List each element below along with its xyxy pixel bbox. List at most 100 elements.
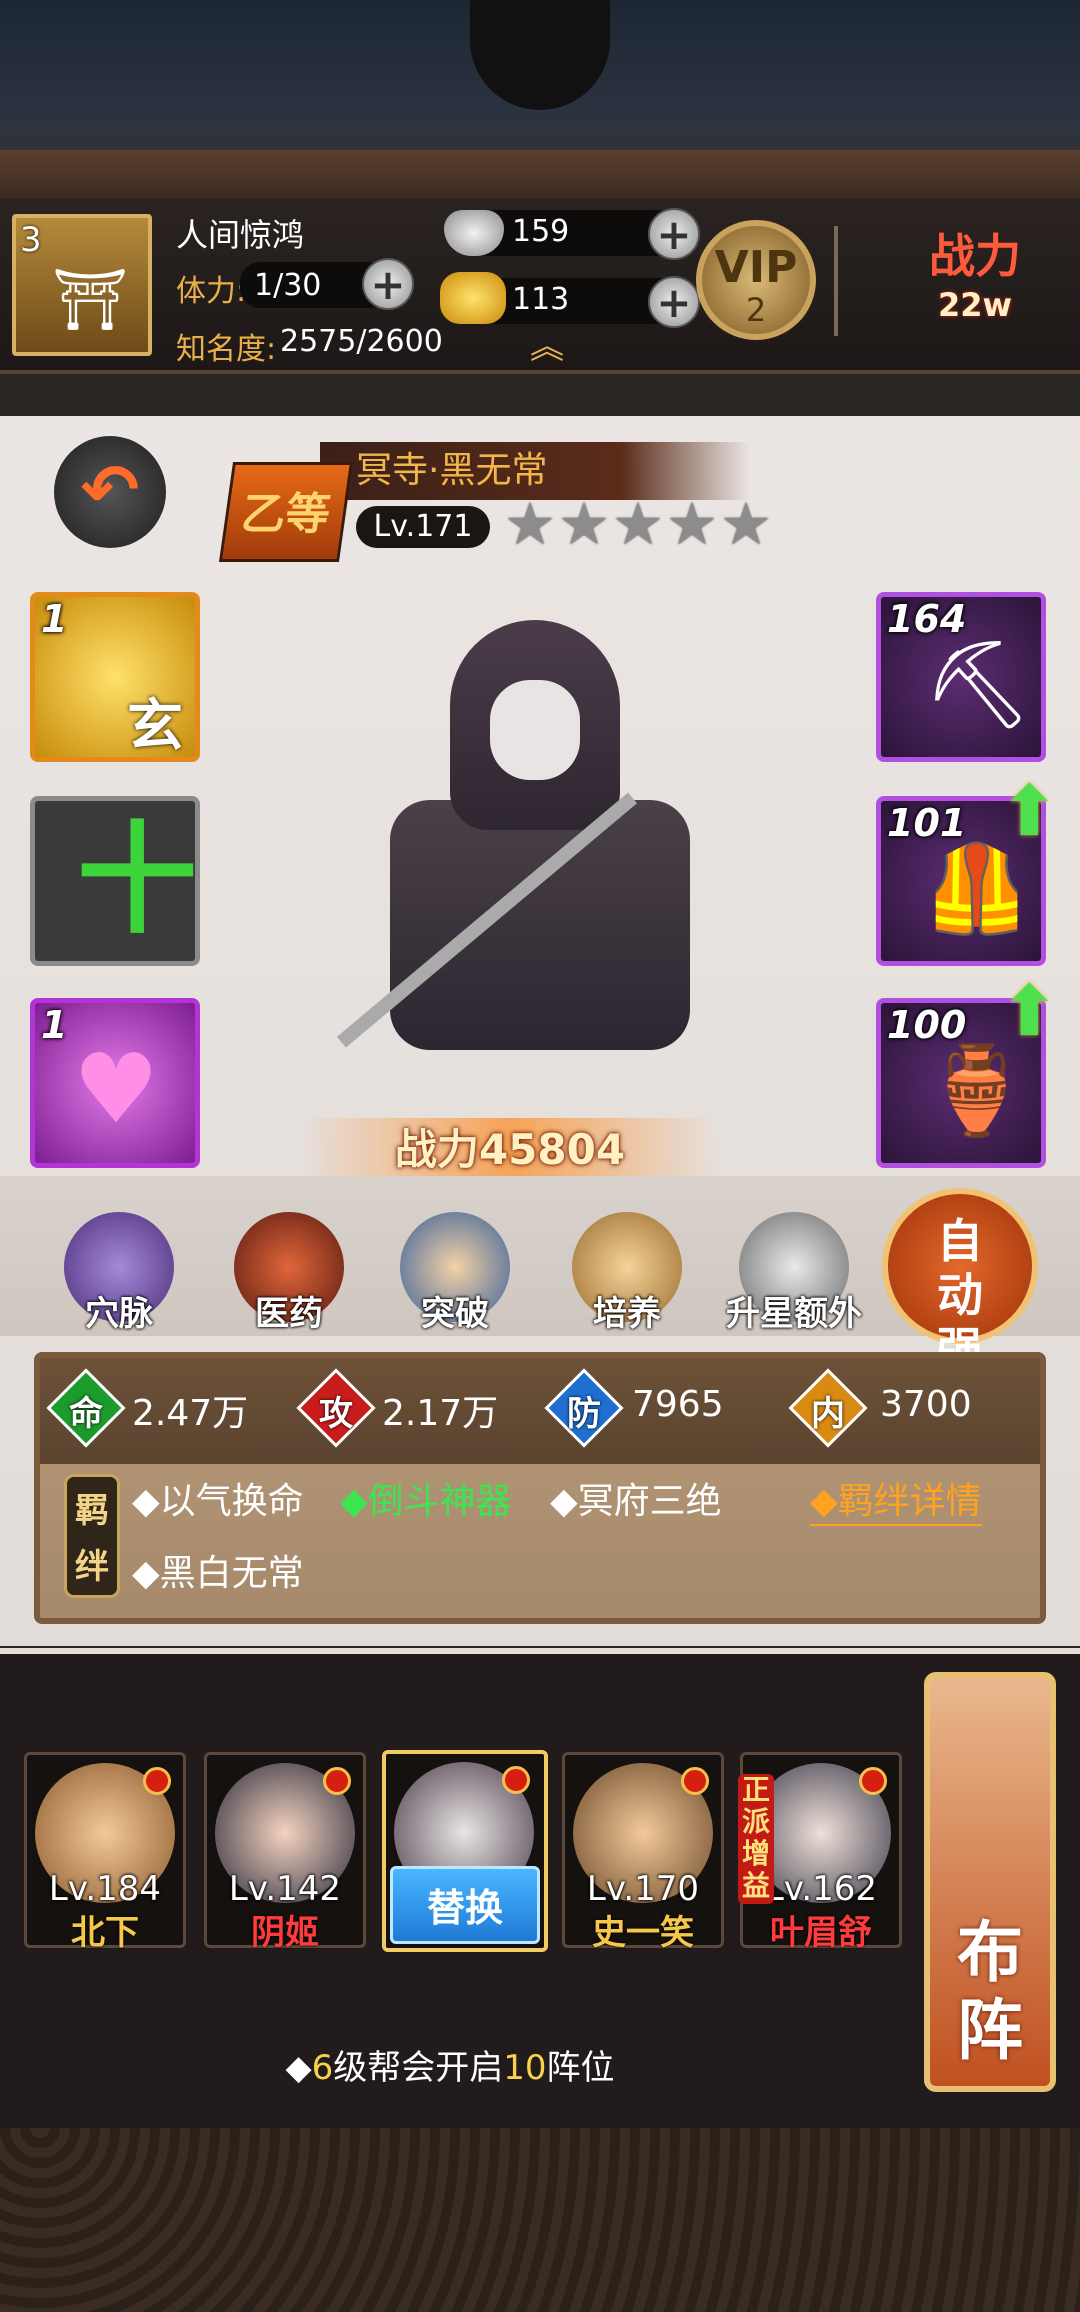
- member-name: 北下: [71, 1913, 139, 1953]
- player-name: 人间惊鸿: [176, 216, 305, 254]
- function-medicine[interactable]: 医药: [224, 1204, 354, 1354]
- lineup-member[interactable]: Lv.142 阴姬: [204, 1752, 366, 1953]
- armor-icon: 🦺: [923, 839, 1031, 939]
- function-star-up[interactable]: 升星额外: [724, 1204, 864, 1354]
- lineup-tip: ◆6级帮会开启10阵位: [0, 2040, 900, 2089]
- skill-glyph: 玄: [127, 694, 183, 759]
- bond-item: ◆冥府三绝: [550, 1481, 722, 1522]
- heart-icon: ♥: [73, 1033, 160, 1145]
- notification-dot: [859, 1767, 887, 1795]
- star-icon: ★: [612, 490, 664, 558]
- star-icon: ★: [666, 490, 718, 558]
- faction-bonus-badge: 正派增益: [738, 1774, 774, 1904]
- stamina-plus-button[interactable]: +: [362, 258, 414, 310]
- function-label: 穴脉: [85, 1294, 153, 1334]
- gold-value: 113: [512, 282, 570, 317]
- footer-pattern: [0, 2128, 1080, 2312]
- gold-ingot-icon: [440, 272, 506, 324]
- member-level: Lv.170: [586, 1869, 700, 1909]
- lineup-member-current[interactable]: 替换: [382, 1750, 548, 1952]
- function-meridian[interactable]: 穴脉: [54, 1204, 184, 1354]
- upgrade-arrow-icon: ⬆: [1000, 970, 1059, 1052]
- total-power-value: 22w: [937, 286, 1013, 324]
- hero-level: Lv.171: [356, 506, 490, 548]
- stat-internal-value: 3700: [880, 1384, 972, 1425]
- total-power-badge[interactable]: 战力 22w: [880, 226, 1070, 346]
- shovel-icon: ⛏: [923, 635, 1033, 735]
- lineup-member[interactable]: Lv.184 北下: [24, 1752, 186, 1953]
- skill-slot-empty[interactable]: 十: [30, 796, 200, 966]
- guild-emblem-button[interactable]: 3 ⛩: [12, 214, 152, 356]
- notification-dot: [143, 1767, 171, 1795]
- add-skill-icon: 十: [77, 811, 197, 950]
- skill-count: 1: [41, 1003, 68, 1047]
- stat-attack-value: 2.17万: [382, 1393, 499, 1434]
- function-label: 突破: [421, 1294, 489, 1334]
- member-name: 阴姬: [251, 1913, 319, 1953]
- tip-slot-count: 10: [503, 2048, 547, 2088]
- teapot-icon: 🏺: [923, 1041, 1031, 1141]
- bond-item: ◆以气换命: [132, 1481, 304, 1522]
- back-button[interactable]: ↶: [54, 436, 166, 548]
- member-name: 史一笑: [592, 1913, 694, 1953]
- stat-defense-value: 7965: [632, 1384, 724, 1425]
- function-label: 培养: [593, 1294, 661, 1334]
- function-cultivate[interactable]: 培养: [562, 1204, 692, 1354]
- silver-plus-button[interactable]: +: [648, 208, 700, 260]
- bond-item: ◆黑白无常: [132, 1553, 304, 1594]
- silver-value: 159: [512, 214, 570, 249]
- stat-key: 内: [811, 1394, 845, 1434]
- vip-badge-button[interactable]: VIP 2: [696, 220, 816, 340]
- fame-label: 知名度:: [176, 332, 277, 367]
- equipment-level: 164: [887, 597, 967, 641]
- tip-text-end: 阵位: [546, 2048, 615, 2088]
- skill-slot-1[interactable]: 1 玄: [30, 592, 200, 762]
- expand-chevron-icon[interactable]: ︽: [530, 330, 564, 364]
- notification-dot: [502, 1766, 530, 1794]
- equipment-slot-1[interactable]: ⛏ 164: [876, 592, 1046, 762]
- formation-button[interactable]: 布阵: [924, 1672, 1056, 2092]
- notification-dot: [681, 1767, 709, 1795]
- tip-text: 级帮会开启: [333, 2048, 504, 2088]
- hero-power-value: 45804: [478, 1125, 626, 1174]
- bond-tag: 羁绊: [64, 1474, 120, 1598]
- skill-slot-3[interactable]: 1 ♥: [30, 998, 200, 1168]
- hero-mask: [490, 680, 580, 780]
- vip-level: 2: [745, 291, 767, 329]
- member-name: 叶眉舒: [770, 1913, 872, 1953]
- bond-detail-link[interactable]: ◆羁绊详情: [810, 1472, 982, 1526]
- guild-level: 3: [20, 220, 42, 260]
- tip-guild-level: 6: [311, 2048, 334, 2088]
- star-icon: ★: [558, 490, 610, 558]
- member-level: Lv.142: [228, 1869, 342, 1909]
- total-power-label: 战力: [929, 229, 1021, 283]
- skill-count: 1: [41, 597, 68, 641]
- equipment-level: 101: [887, 801, 967, 845]
- roof-beam: [0, 150, 1080, 200]
- hero-power-label: 战力: [394, 1125, 479, 1174]
- gold-plus-button[interactable]: +: [648, 276, 700, 328]
- hero-power-banner: 战力45804: [300, 1118, 720, 1182]
- fame-value: 2575/2600: [280, 324, 443, 359]
- stat-key: 命: [69, 1394, 103, 1434]
- stamina-label: 体力:: [176, 274, 247, 309]
- stat-hp-value: 2.47万: [132, 1393, 249, 1434]
- equipment-level: 100: [887, 1003, 967, 1047]
- lineup-member[interactable]: Lv.170 史一笑: [562, 1752, 724, 1953]
- function-label: 医药: [255, 1294, 323, 1334]
- hero-grade-badge: 乙等: [218, 462, 354, 562]
- stat-key: 防: [567, 1394, 601, 1434]
- star-icon: ★: [720, 490, 772, 558]
- swap-button[interactable]: 替换: [390, 1866, 540, 1944]
- auto-enhance-button[interactable]: 自动强化: [882, 1188, 1038, 1430]
- divider: [834, 226, 838, 336]
- hero-body: [390, 800, 690, 1050]
- member-level: Lv.184: [48, 1869, 162, 1909]
- function-label: 升星额外: [726, 1294, 862, 1334]
- hero-portrait[interactable]: [330, 610, 750, 1110]
- formation-label: 布阵: [957, 1914, 1023, 2069]
- bond-item-active: ◆倒斗神器: [340, 1481, 512, 1522]
- tip-bullet: ◆: [285, 2048, 312, 2088]
- star-icon: ★: [504, 490, 556, 558]
- function-breakthrough[interactable]: 突破: [390, 1204, 520, 1354]
